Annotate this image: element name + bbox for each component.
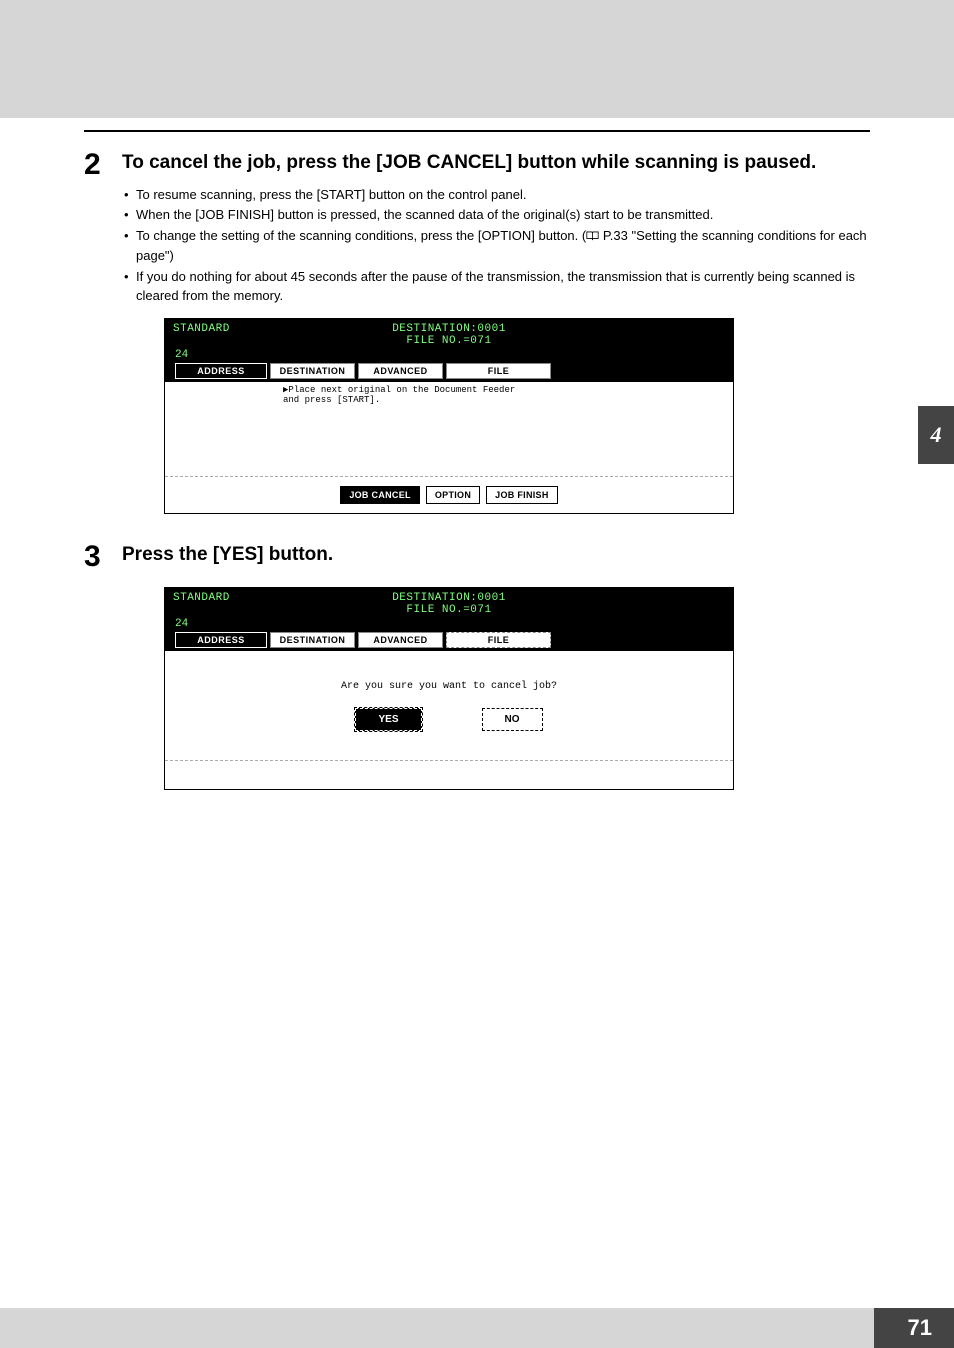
header-gray-band xyxy=(0,0,954,118)
lcd-instruction-line2: and press [START]. xyxy=(283,396,725,406)
lcd-header: STANDARD DESTINATION:0001 XXXXXXXX FILE … xyxy=(165,319,733,381)
job-cancel-button[interactable]: JOB CANCEL xyxy=(340,486,420,504)
step-3: 3 Press the [YES] button. xyxy=(84,542,870,578)
page-number-box: 71 xyxy=(874,1308,954,1348)
step-3-title: Press the [YES] button. xyxy=(122,542,870,568)
tab-advanced[interactable]: ADVANCED xyxy=(358,632,443,648)
step-2-title: To cancel the job, press the [JOB CANCEL… xyxy=(122,150,870,176)
lcd-screen-2: STANDARD DESTINATION:0001 XXXXXXXX FILE … xyxy=(164,587,734,790)
bullet-item: When the [JOB FINISH] button is pressed,… xyxy=(122,206,870,225)
lcd-body: ▶Place next original on the Document Fee… xyxy=(165,381,733,476)
bullet-item: To change the setting of the scanning co… xyxy=(122,227,870,266)
step-number: 3 xyxy=(84,542,122,578)
bullet-item: To resume scanning, press the [START] bu… xyxy=(122,186,870,205)
no-button[interactable]: NO xyxy=(482,708,543,731)
bullet-text-prefix: To change the setting of the scanning co… xyxy=(136,228,586,243)
tab-file[interactable]: FILE xyxy=(446,632,551,648)
step-2-bullets: To resume scanning, press the [START] bu… xyxy=(122,186,870,306)
tab-address[interactable]: ADDRESS xyxy=(175,632,267,648)
chapter-number: 4 xyxy=(931,422,942,448)
lcd-destination: DESTINATION:0001 xyxy=(230,323,668,335)
chapter-tab: 4 xyxy=(918,406,954,464)
lcd-counter: 24 xyxy=(173,347,725,361)
lcd-tabs: ADDRESS DESTINATION ADVANCED FILE xyxy=(173,630,725,648)
lcd-tabs: ADDRESS DESTINATION ADVANCED FILE xyxy=(173,361,725,379)
footer-bar xyxy=(0,1308,874,1348)
lcd-destination: DESTINATION:0001 xyxy=(230,592,668,604)
lcd-mode: STANDARD xyxy=(173,592,230,604)
top-rule xyxy=(84,130,870,132)
step-body: Press the [YES] button. xyxy=(122,542,870,578)
tab-address[interactable]: ADDRESS xyxy=(175,363,267,379)
tab-file[interactable]: FILE xyxy=(446,363,551,379)
lcd-mode: STANDARD xyxy=(173,323,230,335)
tab-destination[interactable]: DESTINATION xyxy=(270,632,355,648)
lcd-confirm-body: Are you sure you want to cancel job? YES… xyxy=(165,650,733,760)
confirm-buttons: YES NO xyxy=(355,708,542,731)
step-number: 2 xyxy=(84,150,122,308)
lcd-header: STANDARD DESTINATION:0001 XXXXXXXX FILE … xyxy=(165,588,733,650)
lcd-counter: 24 xyxy=(173,616,725,630)
lcd-file-no: FILE NO.=071 xyxy=(173,335,725,347)
yes-button[interactable]: YES xyxy=(355,708,421,731)
step-2: 2 To cancel the job, press the [JOB CANC… xyxy=(84,150,870,308)
lcd-footer-blank xyxy=(165,761,733,789)
page-content: 2 To cancel the job, press the [JOB CANC… xyxy=(84,130,870,818)
confirm-message: Are you sure you want to cancel job? xyxy=(341,681,557,692)
tab-advanced[interactable]: ADVANCED xyxy=(358,363,443,379)
job-finish-button[interactable]: JOB FINISH xyxy=(486,486,558,504)
step-body: To cancel the job, press the [JOB CANCEL… xyxy=(122,150,870,308)
lcd-file-no: FILE NO.=071 xyxy=(173,604,725,616)
tab-destination[interactable]: DESTINATION xyxy=(270,363,355,379)
lcd-softkeys: JOB CANCEL OPTION JOB FINISH xyxy=(165,477,733,513)
bullet-item: If you do nothing for about 45 seconds a… xyxy=(122,268,870,306)
page-number: 71 xyxy=(908,1315,932,1341)
option-button[interactable]: OPTION xyxy=(426,486,480,504)
book-icon xyxy=(586,228,599,247)
lcd-screen-1: STANDARD DESTINATION:0001 XXXXXXXX FILE … xyxy=(164,318,734,514)
